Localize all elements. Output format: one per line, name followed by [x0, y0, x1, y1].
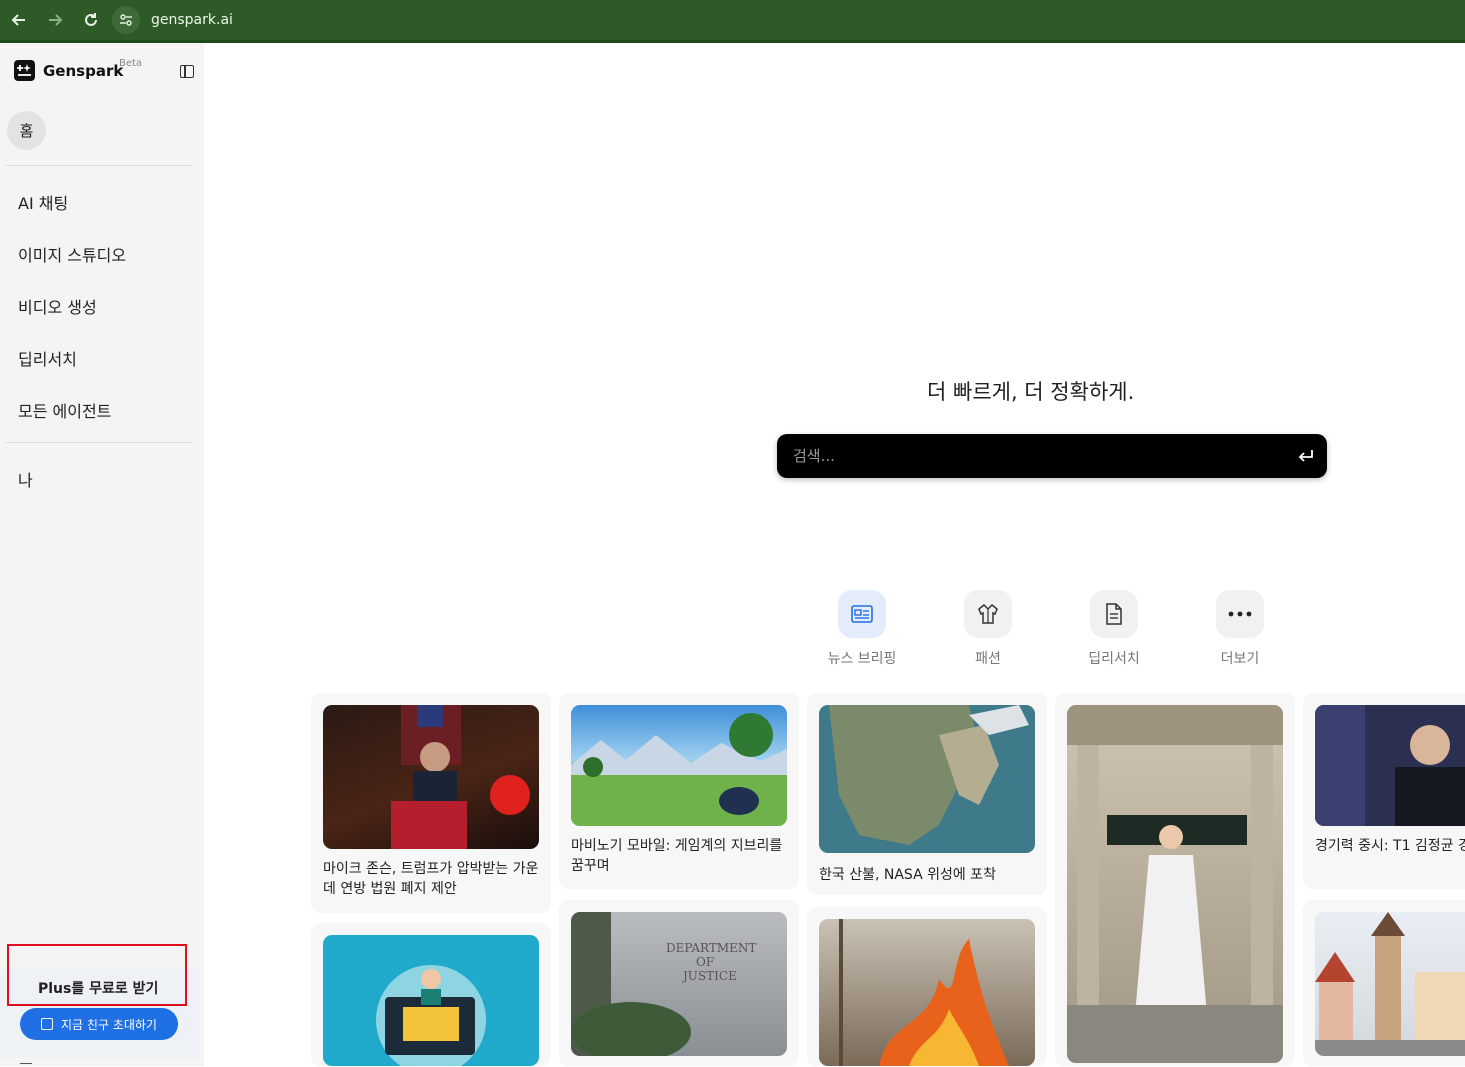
quick-action-label: 딥리서치: [1088, 651, 1140, 667]
sidebar-item-home[interactable]: 홈: [7, 111, 46, 150]
address-bar[interactable]: genspark.ai: [112, 6, 1452, 34]
document-icon: [1090, 590, 1138, 638]
divider: [6, 442, 192, 443]
gift-icon: [41, 1018, 54, 1030]
svg-text:DEPARTMENT: DEPARTMENT: [666, 941, 756, 955]
highlight-annotation: [7, 944, 187, 1006]
url-text: genspark.ai: [151, 12, 233, 28]
news-card[interactable]: [1303, 900, 1465, 1066]
reload-icon[interactable]: [80, 9, 102, 31]
back-arrow-icon[interactable]: [8, 9, 30, 31]
quick-action-news[interactable]: 뉴스 브리핑: [817, 590, 907, 668]
news-card-title: 마비노기 모바일: 게임계의 지브리를 꿈꾸며: [571, 838, 783, 874]
invite-label: 지금 친구 초대하기: [61, 1017, 157, 1032]
enter-icon[interactable]: [1297, 447, 1315, 465]
news-card-image: [1315, 912, 1465, 1056]
news-card[interactable]: 경기력 중시: T1 김정균 경쟁에 대한 의견: [1303, 693, 1465, 889]
quick-action-more[interactable]: 더보기: [1195, 590, 1285, 668]
quick-action-deep-research[interactable]: 딥리서치: [1069, 590, 1159, 668]
brand[interactable]: Genspark Beta: [14, 58, 142, 81]
news-card[interactable]: [1055, 693, 1295, 1066]
divider: [6, 165, 192, 166]
sidebar-toggle-icon[interactable]: [180, 65, 194, 78]
browser-bottom-border: [0, 40, 1465, 43]
more-icon: [1216, 590, 1264, 638]
sidebar-item-deep-research[interactable]: 딥리서치: [18, 346, 77, 370]
news-card-image: [1067, 705, 1283, 1063]
quick-action-label: 패션: [975, 651, 1001, 667]
news-card-title: 마이크 존슨, 트럼프가 압박받는 가운데 연방 법원 폐지 제안: [323, 861, 539, 897]
news-card-image: [1315, 705, 1465, 826]
news-card[interactable]: 마비노기 모바일: 게임계의 지브리를 꿈꾸며: [559, 693, 799, 889]
news-card-image: [819, 705, 1035, 853]
news-card[interactable]: DEPARTMENT OF JUSTICE: [559, 900, 799, 1066]
shirt-icon: [964, 590, 1012, 638]
search-bar[interactable]: [777, 434, 1327, 478]
site-settings-icon[interactable]: [112, 6, 140, 34]
news-card[interactable]: [311, 923, 551, 1066]
news-card[interactable]: 한국 산불, NASA 위성에 포착: [807, 693, 1047, 895]
sidebar-item-me[interactable]: 나: [18, 467, 33, 491]
svg-text:OF: OF: [696, 955, 714, 969]
brand-name: Genspark: [43, 61, 124, 80]
forward-arrow-icon[interactable]: [44, 9, 66, 31]
news-icon: [838, 590, 886, 638]
news-card-title: 한국 산불, NASA 위성에 포착: [819, 867, 996, 883]
news-card-image: DEPARTMENT OF JUSTICE: [571, 912, 787, 1056]
news-card-title: 경기력 중시: T1 김정균 경쟁에 대한 의견: [1315, 838, 1465, 854]
sidebar-item-video[interactable]: 비디오 생성: [18, 294, 97, 318]
news-card-image: [571, 705, 787, 826]
quick-action-fashion[interactable]: 패션: [943, 590, 1033, 668]
sidebar-item-image-studio[interactable]: 이미지 스튜디오: [18, 242, 126, 266]
sidebar-item-all-agents[interactable]: 모든 에이전트: [18, 398, 111, 422]
search-input[interactable]: [793, 444, 1273, 468]
news-card[interactable]: 마이크 존슨, 트럼프가 압박받는 가운데 연방 법원 폐지 제안: [311, 693, 551, 913]
beta-badge: Beta: [119, 58, 143, 69]
news-card-image: [819, 919, 1035, 1066]
genspark-logo-icon: [14, 60, 35, 81]
quick-action-label: 더보기: [1220, 651, 1260, 667]
sidebar: Genspark Beta 홈 AI 채팅 이미지 스튜디오 비디오 생성 딥리…: [0, 43, 204, 1066]
news-card[interactable]: [807, 907, 1047, 1066]
svg-text:JUSTICE: JUSTICE: [681, 969, 737, 983]
invite-friends-button[interactable]: 지금 친구 초대하기: [20, 1008, 178, 1040]
sidebar-item-ai-chat[interactable]: AI 채팅: [18, 190, 68, 214]
quick-action-label: 뉴스 브리핑: [827, 651, 897, 667]
news-card-image: [323, 705, 539, 849]
tagline: 더 빠르게, 더 정확하게.: [927, 380, 1135, 404]
home-label: 홈: [19, 122, 34, 140]
news-card-image: [323, 935, 539, 1066]
user-icon[interactable]: [20, 1063, 32, 1067]
